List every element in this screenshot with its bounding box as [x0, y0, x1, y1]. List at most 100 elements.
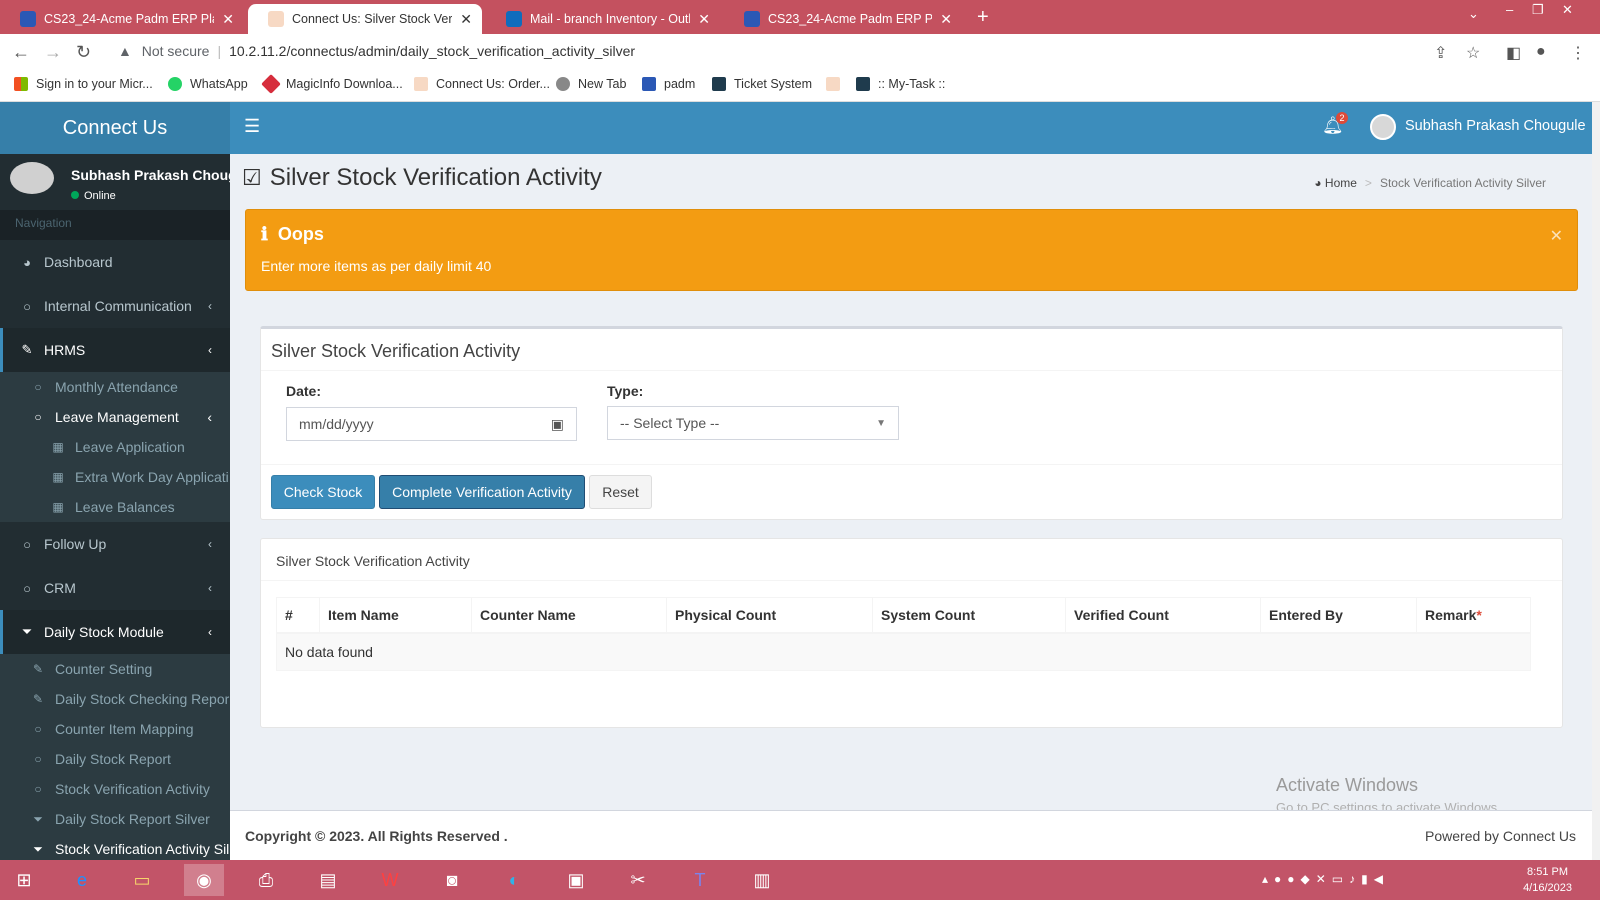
- sidebar-item-internal-communication[interactable]: ○ Internal Communication ‹: [0, 284, 230, 328]
- wps-office-icon[interactable]: W: [370, 864, 410, 896]
- remote-desktop-icon[interactable]: ▥: [742, 864, 782, 896]
- close-tab-icon[interactable]: ✕: [460, 11, 472, 28]
- sidebar-toggle-icon[interactable]: ☰: [244, 116, 260, 137]
- sidebar-item-leave-balances[interactable]: ▦ Leave Balances: [0, 492, 230, 522]
- column-header[interactable]: System Count: [872, 597, 1066, 634]
- windows-start-icon[interactable]: ⊞: [4, 864, 44, 896]
- sidebar-item-follow-up[interactable]: ○ Follow Up ‹: [0, 522, 230, 566]
- sidebar-item-daily-stock-report[interactable]: ○ Daily Stock Report: [0, 744, 230, 774]
- bookmark-item[interactable]: Sign in to your Micr...: [14, 77, 153, 91]
- browser-tab-active[interactable]: Connect Us: Silver Stock Verificat ✕: [248, 4, 482, 34]
- control-panel-icon[interactable]: ▤: [308, 864, 348, 896]
- camera-app-icon[interactable]: ◙: [432, 864, 472, 896]
- bookmarks-bar: Sign in to your Micr... WhatsApp MagicIn…: [0, 70, 1600, 102]
- column-header[interactable]: Entered By: [1260, 597, 1417, 634]
- restore-icon[interactable]: ❐: [1532, 2, 1544, 18]
- bookmark-item[interactable]: MagicInfo Downloa...: [261, 74, 403, 94]
- bookmark-item[interactable]: :: My-Task ::: [856, 77, 945, 91]
- sidebar-item-daily-stock-module[interactable]: ⏷ Daily Stock Module ‹: [0, 610, 230, 654]
- bookmark-item[interactable]: [826, 77, 848, 91]
- verification-form-box: Silver Stock Verification Activity Date:…: [260, 326, 1563, 520]
- side-panel-icon[interactable]: ◧: [1506, 43, 1521, 63]
- circle-icon: ○: [23, 536, 31, 552]
- sidebar-item-stock-verification-silver[interactable]: ⏷ Stock Verification Activity Sil: [0, 834, 230, 860]
- browser-tab[interactable]: CS23_24-Acme Padm ERP Platfor ✕: [0, 4, 244, 34]
- browser-tab-strip: CS23_24-Acme Padm ERP Platfor ✕ Connect …: [0, 0, 1600, 34]
- breadcrumb-home[interactable]: Home: [1325, 176, 1357, 190]
- column-header[interactable]: Physical Count: [666, 597, 873, 634]
- column-header[interactable]: Counter Name: [471, 597, 667, 634]
- tab-label: Mail - branch Inventory - Outloo: [530, 12, 691, 26]
- filter-icon: ⏷: [33, 811, 43, 826]
- padm-icon: [642, 77, 656, 91]
- avatar[interactable]: [1370, 114, 1396, 140]
- taskbar-clock[interactable]: 8:51 PM 4/16/2023: [1523, 864, 1572, 896]
- type-select[interactable]: -- Select Type -- ▼: [607, 406, 899, 440]
- reset-button[interactable]: Reset: [589, 475, 652, 509]
- reload-icon[interactable]: ↻: [76, 42, 91, 63]
- bookmark-star-icon[interactable]: ☆: [1466, 43, 1480, 63]
- minimize-icon[interactable]: –: [1506, 2, 1513, 17]
- address-bar-row: ← → ↻ ▲ Not secure | 10.2.11.2/connectus/a…: [0, 34, 1600, 70]
- close-window-icon[interactable]: ✕: [1562, 2, 1573, 18]
- teams-icon[interactable]: T: [680, 864, 720, 896]
- close-icon[interactable]: ✕: [1550, 226, 1563, 246]
- share-icon[interactable]: ⇪: [1434, 43, 1447, 63]
- browser-tab[interactable]: Mail - branch Inventory - Outloo ✕: [486, 4, 720, 34]
- check-stock-button[interactable]: Check Stock: [271, 475, 375, 509]
- snipping-tool-icon[interactable]: ✂: [618, 864, 658, 896]
- bookmark-item[interactable]: padm: [642, 77, 695, 91]
- user-menu[interactable]: Subhash Prakash Chougule: [1405, 118, 1586, 134]
- page-scrollbar[interactable]: [1592, 102, 1600, 860]
- bookmark-item[interactable]: WhatsApp: [168, 77, 248, 91]
- sidebar-item-hrms[interactable]: ✎ HRMS ‹: [0, 328, 230, 372]
- browser-tab[interactable]: CS23_24-Acme Padm ERP Platfor ✕: [724, 4, 962, 34]
- bookmark-item[interactable]: New Tab: [556, 77, 626, 91]
- sidebar-item-daily-stock-checking[interactable]: ✎ Daily Stock Checking Repor: [0, 684, 230, 714]
- sidebar-item-counter-setting[interactable]: ✎ Counter Setting: [0, 654, 230, 684]
- vnc-viewer-icon[interactable]: ▣: [556, 864, 596, 896]
- sidebar-item-leave-management[interactable]: ○ Leave Management ‹: [0, 402, 230, 432]
- edge-icon[interactable]: ◐: [494, 864, 534, 896]
- profile-icon[interactable]: ●: [1536, 43, 1546, 61]
- sidebar-item-extra-work-day[interactable]: ▦ Extra Work Day Applicati: [0, 462, 230, 492]
- close-tab-icon[interactable]: ✕: [698, 11, 710, 28]
- breadcrumb-current: Stock Verification Activity Silver: [1379, 176, 1546, 190]
- column-header[interactable]: #: [276, 597, 320, 634]
- bookmark-item[interactable]: Connect Us: Order...: [414, 77, 550, 91]
- sidebar-item-counter-item-mapping[interactable]: ○ Counter Item Mapping: [0, 714, 230, 744]
- chevron-left-icon: ‹: [208, 625, 212, 639]
- page-title: ☑ Silver Stock Verification Activity: [242, 164, 602, 192]
- alert-message: Enter more items as per daily limit 40: [261, 258, 492, 274]
- system-tray-icons[interactable]: ▴●●◆✕▭♪▮◀: [1262, 872, 1389, 886]
- url-field[interactable]: ▲ Not secure | 10.2.11.2/connectus/admin/d…: [118, 43, 635, 59]
- app-logo[interactable]: Connect Us: [0, 102, 230, 154]
- close-tab-icon[interactable]: ✕: [222, 11, 234, 28]
- printer-app-icon[interactable]: ⎙: [246, 864, 286, 896]
- new-tab-button[interactable]: +: [977, 6, 989, 29]
- chrome-icon[interactable]: ◉: [184, 864, 224, 896]
- padm-favicon-icon: [20, 11, 36, 27]
- sidebar-item-stock-verification[interactable]: ○ Stock Verification Activity: [0, 774, 230, 804]
- complete-verification-button[interactable]: Complete Verification Activity: [379, 475, 585, 509]
- sidebar-item-daily-stock-report-silver[interactable]: ⏷ Daily Stock Report Silver: [0, 804, 230, 834]
- menu-dots-icon[interactable]: ⋮: [1570, 43, 1586, 63]
- sidebar-item-leave-application[interactable]: ▦ Leave Application: [0, 432, 230, 462]
- back-icon[interactable]: ←: [12, 42, 30, 63]
- column-header[interactable]: Verified Count: [1065, 597, 1261, 634]
- circle-icon: ○: [23, 580, 31, 596]
- file-explorer-icon[interactable]: ▭: [122, 864, 162, 896]
- close-tab-icon[interactable]: ✕: [940, 11, 952, 28]
- sidebar-item-crm[interactable]: ○ CRM ‹: [0, 566, 230, 610]
- forward-icon[interactable]: →: [44, 42, 62, 63]
- bookmark-item[interactable]: Ticket System: [712, 77, 812, 91]
- sidebar-item-dashboard[interactable]: ◕ Dashboard: [0, 240, 230, 284]
- column-header-remark[interactable]: Remark*: [1416, 597, 1531, 634]
- sidebar-item-label: Daily Stock Report: [55, 751, 171, 767]
- sidebar-item-monthly-attendance[interactable]: ○ Monthly Attendance: [0, 372, 230, 402]
- tab-search-icon[interactable]: ⌄: [1468, 6, 1479, 22]
- calendar-icon[interactable]: ▣: [551, 416, 564, 433]
- internet-explorer-icon[interactable]: e: [62, 864, 102, 896]
- date-field[interactable]: mm/dd/yyyy ▣: [286, 407, 577, 441]
- column-header[interactable]: Item Name: [319, 597, 472, 634]
